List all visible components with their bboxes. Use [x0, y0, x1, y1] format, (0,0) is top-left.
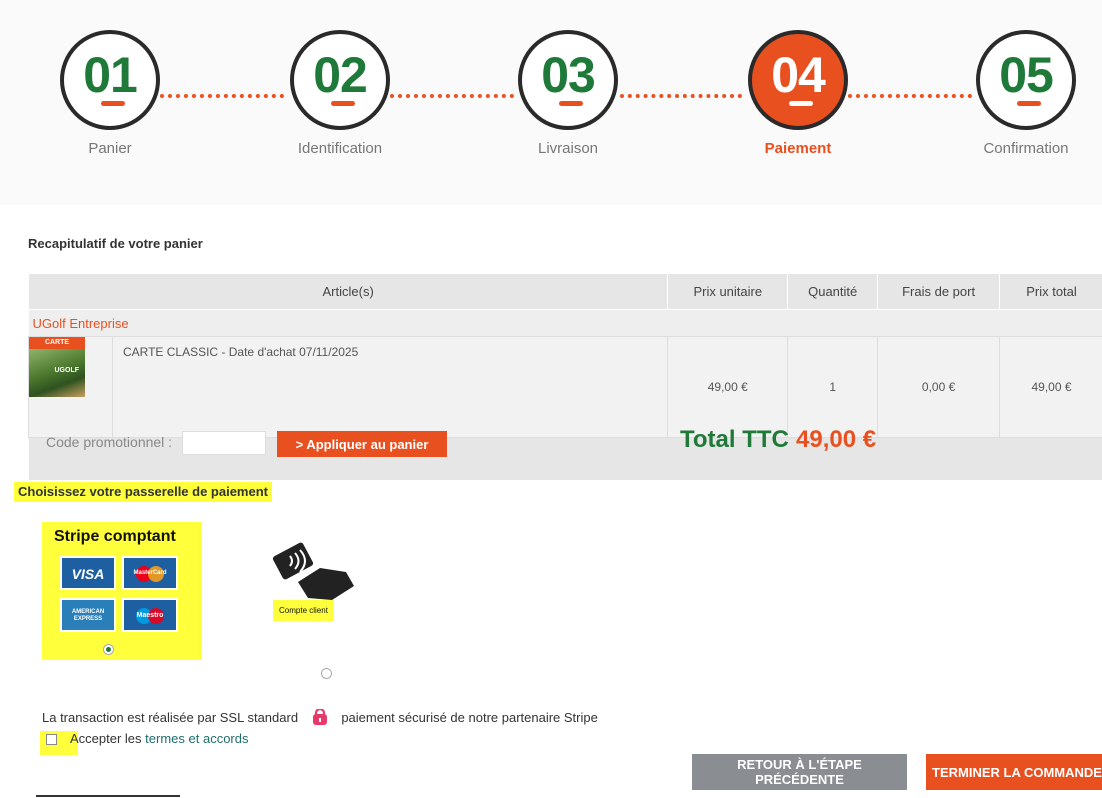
step-circle: 05 — [976, 30, 1076, 130]
item-unit-price: 49,00 € — [667, 336, 789, 438]
finish-order-button[interactable]: TERMINER LA COMMANDE — [926, 754, 1102, 790]
cart-header-row: Article(s) Prix unitaire Quantité Frais … — [27, 273, 1102, 310]
step-underline — [101, 101, 125, 106]
stripe-radio[interactable] — [103, 644, 114, 655]
step-underline — [789, 101, 813, 106]
step-panier[interactable]: 01 Panier — [40, 30, 180, 157]
step-label: Paiement — [764, 140, 832, 157]
lock-icon — [312, 709, 327, 725]
mastercard-icon: MasterCard — [122, 556, 178, 590]
step-circle: 02 — [290, 30, 390, 130]
apply-promo-button[interactable]: > Appliquer au panier — [277, 431, 447, 457]
step-confirmation: 05 Confirmation — [956, 30, 1096, 157]
total-ttc-label: Total TTC — [680, 426, 789, 453]
promo-code-label: Code promotionnel : — [46, 434, 173, 450]
visa-icon: VISA — [60, 556, 116, 590]
header-total: Prix total — [999, 273, 1102, 310]
step-label: Livraison — [537, 140, 599, 157]
header-article: Article(s) — [27, 273, 669, 310]
stripe-title: Stripe comptant — [54, 528, 176, 545]
accept-terms-checkbox[interactable] — [46, 734, 57, 745]
accept-prefix: Accepter les — [70, 731, 142, 746]
step-livraison[interactable]: 03 Livraison — [498, 30, 638, 157]
total-ttc-value: 49,00 € — [796, 426, 877, 453]
accept-terms-label: Accepter les termes et accords — [70, 731, 249, 746]
step-underline — [559, 101, 583, 106]
step-number: 05 — [999, 47, 1054, 103]
item-total: 49,00 € — [999, 336, 1102, 438]
step-number: 03 — [541, 47, 596, 103]
promo-code-input[interactable] — [182, 431, 266, 455]
ssl-text-after: paiement sécurisé de notre partenaire St… — [341, 710, 598, 725]
vendor-name: UGolf Entreprise — [28, 309, 1102, 337]
header-unit-price: Prix unitaire — [667, 273, 789, 310]
step-underline — [331, 101, 355, 106]
product-thumbnail: CARTE CLASSIC UGOLF — [29, 337, 85, 397]
item-quantity: 1 — [787, 336, 879, 438]
step-number: 04 — [771, 47, 826, 103]
previous-step-button[interactable]: RETOUR À L'ÉTAPE PRÉCÉDENTE — [692, 754, 907, 790]
table-row: CARTE CLASSIC UGOLF CARTE CLASSIC - Date… — [28, 336, 1102, 438]
step-label: Panier — [88, 140, 132, 157]
thumbnail-logo: UGOLF — [54, 367, 80, 374]
cart-summary-title: Recapitulatif de votre panier — [28, 236, 203, 251]
thumbnail-band: CARTE CLASSIC — [29, 337, 85, 358]
step-label: Confirmation — [983, 140, 1069, 157]
step-circle: 03 — [518, 30, 618, 130]
step-circle: 04 — [748, 30, 848, 130]
checkout-stepper: 01 Panier 02 Identification 03 Livraison… — [0, 0, 1102, 205]
divider — [36, 795, 180, 797]
step-label: Identification — [297, 140, 383, 157]
amex-icon: AMERICAN EXPRESS — [60, 598, 116, 632]
customer-account-radio[interactable] — [321, 668, 332, 679]
step-underline — [1017, 101, 1041, 106]
step-number: 01 — [83, 47, 138, 103]
payment-gateway-title: Choisissez votre passerelle de paiement — [14, 482, 272, 502]
vendor-row: UGolf Entreprise — [28, 309, 1102, 337]
item-description: CARTE CLASSIC - Date d'achat 07/11/2025 — [111, 336, 669, 438]
step-number: 02 — [313, 47, 368, 103]
ssl-notice: La transaction est réalisée par SSL stan… — [42, 709, 598, 725]
item-thumbnail-cell: CARTE CLASSIC UGOLF — [28, 336, 113, 438]
maestro-icon: Maestro — [122, 598, 178, 632]
step-circle: 01 — [60, 30, 160, 130]
contactless-card-icon — [272, 542, 354, 600]
step-paiement: 04 Paiement — [728, 30, 868, 157]
step-identification[interactable]: 02 Identification — [270, 30, 410, 157]
step-connector — [620, 94, 742, 98]
header-shipping: Frais de port — [877, 273, 1001, 310]
customer-account-option[interactable]: Compte client — [273, 600, 334, 621]
stripe-gateway-option[interactable]: Stripe comptant VISA MasterCard AMERICAN… — [42, 522, 202, 660]
item-shipping: 0,00 € — [877, 336, 1001, 438]
terms-link[interactable]: termes et accords — [145, 731, 248, 746]
header-quantity: Quantité — [787, 273, 879, 310]
ssl-text-before: La transaction est réalisée par SSL stan… — [42, 710, 299, 725]
